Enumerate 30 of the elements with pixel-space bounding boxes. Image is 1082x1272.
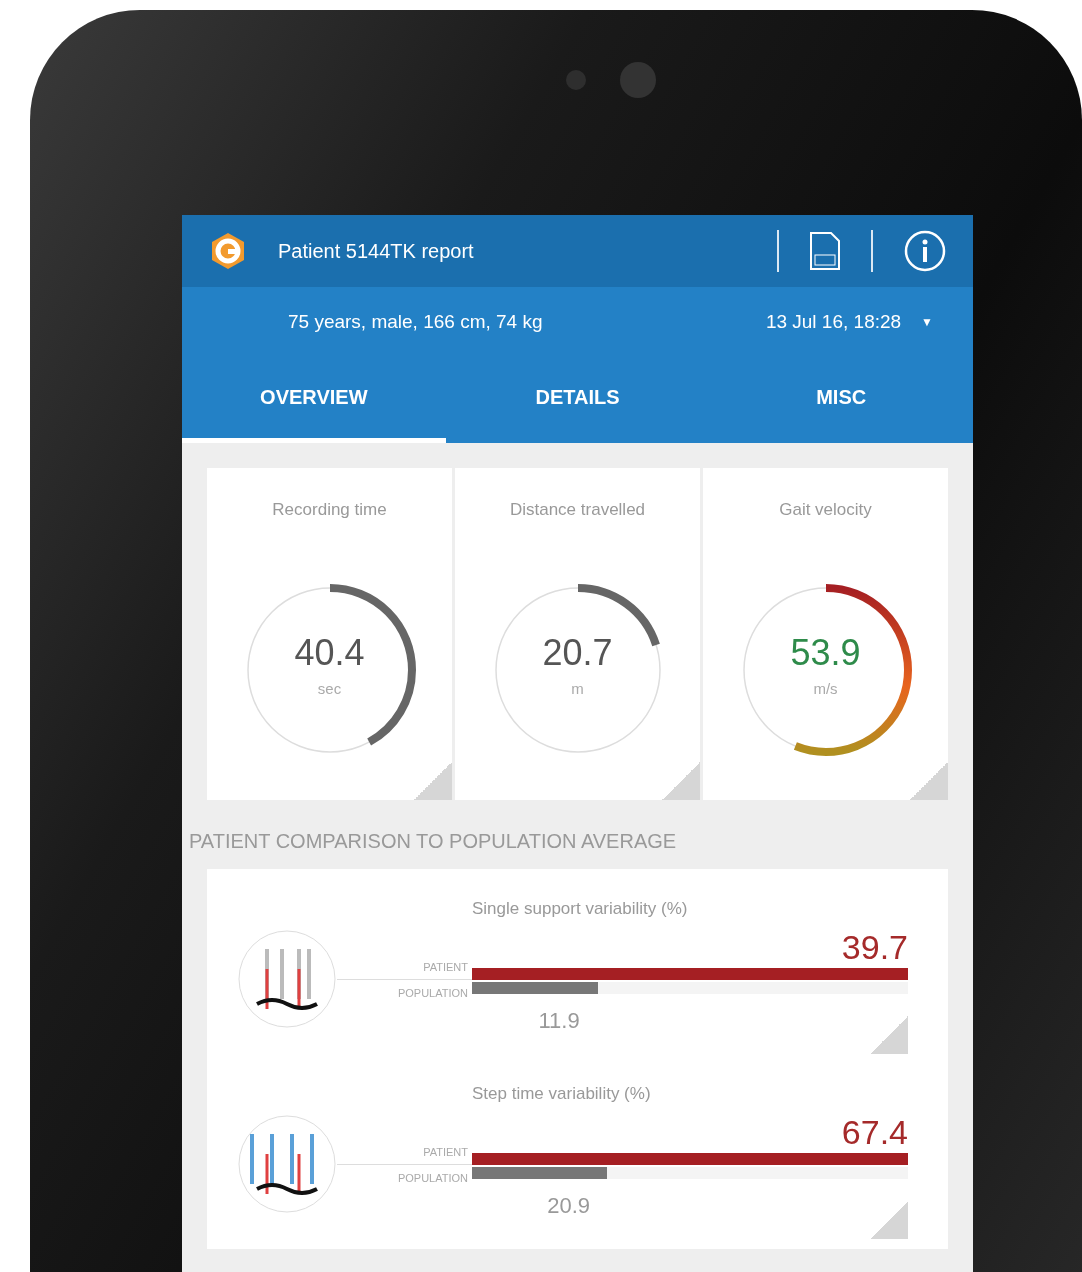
metric-title: Recording time	[272, 500, 387, 520]
tab[interactable]: DETAILS	[445, 357, 710, 443]
info-icon[interactable]	[903, 229, 947, 273]
patient-info: 75 years, male, 166 cm, 74 kg	[288, 311, 544, 333]
tab[interactable]: MISC	[709, 357, 973, 443]
population-label: POPULATION	[397, 986, 468, 999]
comparison-title: Single support variability (%)	[472, 899, 689, 919]
dropdown-arrow[interactable]: ▼	[921, 315, 933, 329]
patient-label: PATIENT	[423, 960, 468, 973]
metric-unit: m	[571, 680, 584, 697]
camera-icon	[620, 62, 656, 98]
patient-label: PATIENT	[423, 1145, 468, 1158]
section-title: PATIENT COMPARISON TO POPULATION AVERAGE	[189, 830, 678, 853]
metric-value: 40.4	[294, 632, 365, 674]
metric-unit: sec	[317, 680, 342, 697]
pdf-icon[interactable]	[809, 231, 841, 271]
metric-value: 53.9	[790, 632, 861, 674]
patient-value: 39.7	[841, 928, 908, 967]
metric-title: Distance travelled	[509, 500, 646, 520]
metric-value: 20.7	[542, 632, 613, 674]
patient-value: 67.4	[841, 1113, 908, 1152]
population-value: 20.9	[547, 1193, 590, 1219]
metric-unit: m/s	[813, 680, 838, 697]
tab[interactable]: OVERVIEW	[182, 357, 446, 443]
report-title: Patient 5144TK report	[278, 239, 475, 263]
population-label: POPULATION	[397, 1171, 468, 1184]
metric-title: Gait velocity	[779, 500, 872, 520]
population-value: 11.9	[538, 1008, 580, 1034]
comparison-title: Step time variability (%)	[472, 1084, 652, 1104]
session-date[interactable]: 13 Jul 16, 18:28	[765, 311, 902, 333]
